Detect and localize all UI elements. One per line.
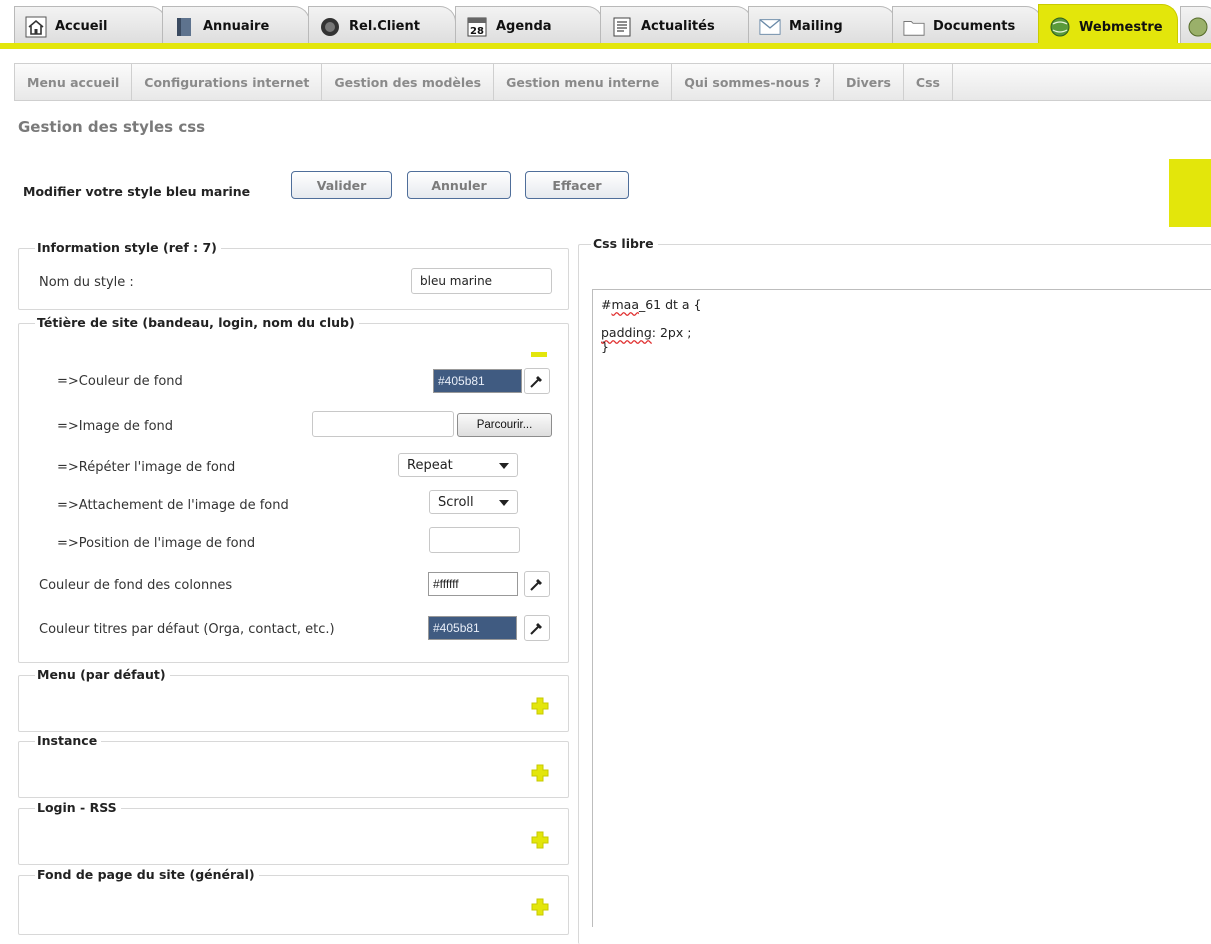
tab-mailing[interactable]: Mailing [748, 6, 896, 46]
eyedropper-icon [530, 623, 542, 635]
repeat-select[interactable]: Repeat [398, 453, 518, 477]
sub-navigation: Menu accueil Configurations internet Ges… [14, 63, 1211, 101]
subnav-gestion-menu-interne[interactable]: Gestion menu interne [494, 64, 673, 100]
title-color-picker-button[interactable] [524, 615, 550, 641]
tab-more[interactable] [1180, 6, 1211, 46]
collapse-icon[interactable] [531, 352, 547, 357]
style-name-input[interactable]: bleu marine [411, 268, 552, 294]
instance-section-fieldset: Instance [18, 733, 569, 798]
page-bg-section-legend: Fond de page du site (général) [35, 867, 259, 882]
bg-image-input[interactable] [312, 411, 454, 437]
header-style-legend: Tétière de site (bandeau, login, nom du … [35, 315, 359, 330]
calendar-icon: 28 [466, 16, 488, 38]
info-style-legend: Information style (ref : 7) [35, 240, 221, 255]
expand-plus-icon[interactable] [531, 831, 549, 849]
subnav-menu-accueil[interactable]: Menu accueil [15, 64, 133, 100]
subnav-divers[interactable]: Divers [834, 64, 904, 100]
tab-accueil[interactable]: Accueil [14, 6, 166, 46]
subnav-configurations-internet[interactable]: Configurations internet [132, 64, 323, 100]
menu-section-legend: Menu (par défaut) [35, 667, 170, 682]
col-bg-picker-button[interactable] [524, 571, 550, 597]
login-rss-section-legend: Login - RSS [35, 800, 121, 815]
bg-image-label: =>Image de fond [57, 419, 174, 434]
browse-button[interactable]: Parcourir... [457, 413, 552, 437]
repeat-label: =>Répéter l'image de fond [57, 460, 236, 475]
home-icon [25, 16, 47, 38]
tab-label: Annuaire [203, 19, 270, 34]
tab-annuaire[interactable]: Annuaire [162, 6, 310, 46]
attach-label: =>Attachement de l'image de fond [57, 498, 289, 513]
tab-label: Agenda [496, 19, 552, 34]
eyedropper-icon [530, 376, 542, 388]
css-line: } [601, 339, 609, 354]
leaf-icon [1187, 16, 1209, 38]
expand-plus-icon[interactable] [531, 697, 549, 715]
modify-style-label: Modifier votre style bleu marine [23, 184, 251, 199]
tab-webmestre[interactable]: Webmestre [1038, 4, 1178, 49]
css-editor-textarea[interactable]: #maa_61 dt a { padding: 2px ; } [592, 289, 1211, 927]
tab-label: Rel.Client [349, 19, 420, 34]
accent-block [1169, 159, 1211, 227]
subnav-qui-sommes-nous[interactable]: Qui sommes-nous ? [672, 64, 834, 100]
headset-icon [319, 16, 341, 38]
cancel-button[interactable]: Annuler [407, 171, 511, 199]
tab-agenda[interactable]: 28 Agenda [455, 6, 603, 46]
book-icon [173, 16, 195, 38]
tab-rel-client[interactable]: Rel.Client [308, 6, 456, 46]
tab-actualites[interactable]: Actualités [600, 6, 752, 46]
clear-button[interactable]: Effacer [525, 171, 629, 199]
chevron-down-icon [499, 500, 509, 506]
tab-label: Mailing [789, 19, 843, 34]
tab-label: Accueil [55, 19, 108, 34]
info-style-fieldset: Information style (ref : 7) Nom du style… [18, 240, 569, 310]
attach-select-value: Scroll [438, 494, 474, 510]
css-line: padding: 2px ; [601, 325, 692, 340]
tab-label: Actualités [641, 19, 715, 34]
subnav-css[interactable]: Css [904, 64, 953, 100]
attach-select[interactable]: Scroll [429, 490, 518, 514]
col-bg-label: Couleur de fond des colonnes [39, 578, 233, 593]
col-bg-input[interactable]: #ffffff [428, 572, 518, 596]
svg-text:28: 28 [470, 26, 484, 37]
folder-icon [903, 16, 925, 38]
page-bg-section-fieldset: Fond de page du site (général) [18, 867, 569, 935]
subnav-gestion-modeles[interactable]: Gestion des modèles [322, 64, 495, 100]
bg-color-input[interactable]: #405b81 [433, 369, 522, 393]
eyedropper-icon [530, 579, 542, 591]
menu-section-fieldset: Menu (par défaut) [18, 667, 569, 732]
instance-section-legend: Instance [35, 733, 102, 748]
chevron-down-icon [499, 463, 509, 469]
expand-plus-icon[interactable] [531, 764, 549, 782]
page-title: Gestion des styles css [18, 118, 206, 136]
newspaper-icon [611, 16, 633, 38]
globe-icon [1049, 16, 1071, 38]
bg-color-label: =>Couleur de fond [57, 374, 183, 389]
main-tab-bar: Accueil Annuaire Rel.Client 28 Agenda Ac… [0, 0, 1211, 60]
tab-label: Webmestre [1079, 19, 1163, 35]
title-color-input[interactable]: #405b81 [428, 616, 517, 640]
css-line: #maa_61 dt a { [601, 297, 702, 312]
header-style-fieldset: Tétière de site (bandeau, login, nom du … [18, 315, 569, 663]
bg-color-picker-button[interactable] [524, 368, 550, 394]
css-line [601, 312, 1203, 326]
envelope-icon [759, 16, 781, 38]
title-color-label: Couleur titres par défaut (Orga, contact… [39, 622, 335, 637]
login-rss-section-fieldset: Login - RSS [18, 800, 569, 865]
tab-documents[interactable]: Documents [892, 6, 1042, 46]
position-input[interactable] [429, 527, 520, 553]
style-name-label: Nom du style : [39, 275, 134, 290]
expand-plus-icon[interactable] [531, 898, 549, 916]
tab-label: Documents [933, 19, 1016, 34]
css-libre-legend: Css libre [591, 236, 658, 251]
validate-button[interactable]: Valider [291, 171, 392, 199]
position-label: =>Position de l'image de fond [57, 536, 256, 551]
repeat-select-value: Repeat [407, 457, 453, 473]
